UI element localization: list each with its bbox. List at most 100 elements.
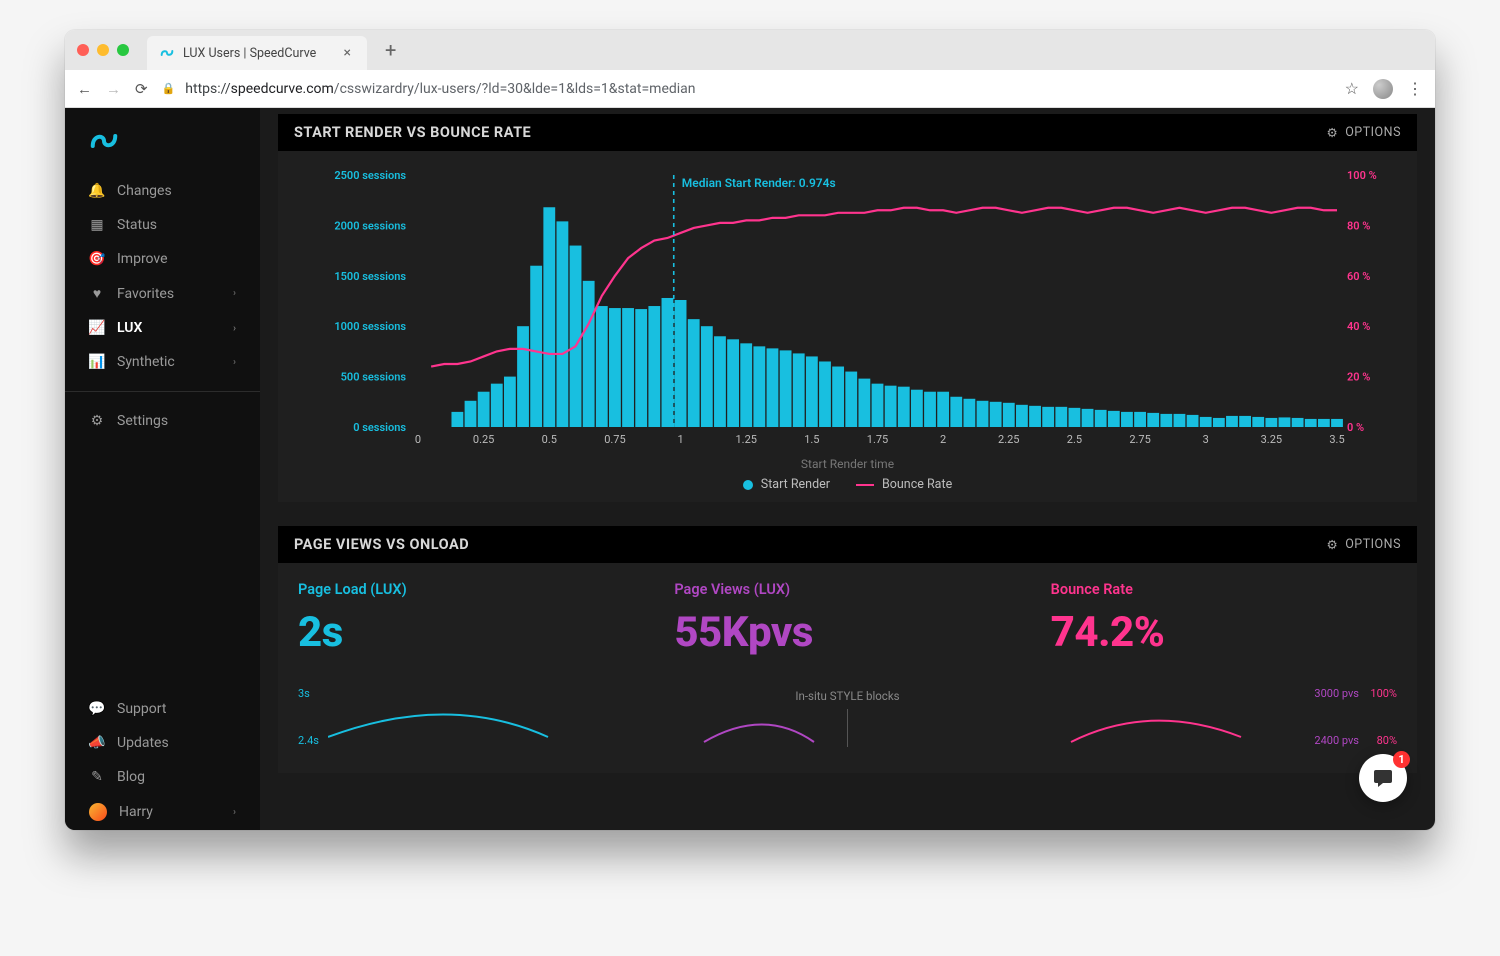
- svg-text:2500 sessions: 2500 sessions: [334, 169, 406, 182]
- bell-icon: 🔔: [89, 183, 105, 199]
- speedcurve-logo-icon[interactable]: [65, 126, 260, 174]
- user-avatar-icon: [89, 803, 107, 821]
- sidebar-item-improve[interactable]: 🎯 Improve: [75, 242, 250, 276]
- svg-text:1.25: 1.25: [735, 433, 756, 446]
- svg-text:2.75: 2.75: [1129, 433, 1150, 446]
- url-field[interactable]: 🔒 https://speedcurve.com/csswizardry/lux…: [162, 81, 1331, 97]
- gear-icon: ⚙: [89, 413, 105, 429]
- svg-text:3.25: 3.25: [1261, 433, 1282, 446]
- lock-icon: 🔒: [162, 82, 176, 95]
- gear-icon: ⚙: [1326, 125, 1338, 141]
- app-sidebar: 🔔 Changes ▦ Status 🎯 Improve ♥ Favorites…: [65, 108, 260, 830]
- sidebar-item-status[interactable]: ▦ Status: [75, 208, 250, 242]
- sidebar-item-blog[interactable]: ✎ Blog: [75, 760, 250, 794]
- svg-text:0 %: 0 %: [1347, 421, 1364, 434]
- sidebar-item-updates[interactable]: 📣 Updates: [75, 726, 250, 760]
- options-label: OPTIONS: [1345, 125, 1401, 140]
- widget-start-render: START RENDER VS BOUNCE RATE ⚙ OPTIONS 0 …: [278, 114, 1417, 502]
- sidebar-label: Updates: [117, 735, 169, 751]
- svg-text:2000 sessions: 2000 sessions: [334, 219, 406, 232]
- svg-text:1.5: 1.5: [804, 433, 819, 446]
- chart-area[interactable]: 0 sessions 500 sessions 1000 sessions 1500 …: [298, 165, 1397, 455]
- svg-text:0.75: 0.75: [604, 433, 625, 446]
- svg-text:100 %: 100 %: [1347, 169, 1377, 182]
- window-minimize-icon[interactable]: [97, 44, 109, 56]
- svg-text:60 %: 60 %: [1347, 270, 1370, 283]
- favicon-icon: [159, 45, 175, 61]
- kpi-page-views: Page Views (LUX) 55Kpvs: [674, 581, 1020, 657]
- forward-button[interactable]: →: [106, 80, 121, 98]
- options-button[interactable]: ⚙ OPTIONS: [1326, 125, 1401, 141]
- widget-page-views: PAGE VIEWS VS ONLOAD ⚙ OPTIONS Page Load…: [278, 526, 1417, 773]
- svg-text:1.75: 1.75: [867, 433, 888, 446]
- heart-icon: ♥: [89, 285, 105, 302]
- sidebar-label: Favorites: [117, 286, 174, 302]
- options-label: OPTIONS: [1345, 537, 1401, 552]
- svg-text:1500 sessions: 1500 sessions: [334, 270, 406, 283]
- target-icon: 🎯: [89, 251, 105, 267]
- svg-text:1: 1: [677, 433, 683, 446]
- browser-tabstrip: LUX Users | SpeedCurve × +: [65, 30, 1435, 70]
- svg-text:40 %: 40 %: [1347, 320, 1370, 333]
- sidebar-label: LUX: [117, 320, 142, 336]
- sidebar-item-settings[interactable]: ⚙ Settings: [75, 404, 250, 438]
- svg-text:2.25: 2.25: [998, 433, 1019, 446]
- sidebar-item-lux[interactable]: 📈 LUX ›: [75, 311, 250, 345]
- window-zoom-icon[interactable]: [117, 44, 129, 56]
- sidebar-item-changes[interactable]: 🔔 Changes: [75, 174, 250, 208]
- megaphone-icon: 📣: [89, 735, 105, 751]
- svg-text:2.5: 2.5: [1067, 433, 1082, 446]
- sub-chart-row: 3s 2.4s In-situ STYLE blocks 3000 pvs 10…: [298, 687, 1397, 747]
- pencil-icon: ✎: [89, 769, 105, 785]
- new-tab-button[interactable]: +: [375, 38, 406, 62]
- main-panel: START RENDER VS BOUNCE RATE ⚙ OPTIONS 0 …: [260, 108, 1435, 830]
- svg-text:2: 2: [940, 433, 946, 446]
- kpi-label: Page Load (LUX): [298, 581, 644, 598]
- intercom-chat-button[interactable]: 1: [1359, 754, 1407, 802]
- browser-menu-icon[interactable]: ⋮: [1407, 79, 1423, 98]
- kpi-label: Page Views (LUX): [674, 581, 1020, 598]
- tab-close-icon[interactable]: ×: [340, 45, 355, 61]
- kpi-label: Bounce Rate: [1051, 581, 1397, 598]
- svg-text:3.5: 3.5: [1329, 433, 1344, 446]
- x-axis-title: Start Render time: [298, 455, 1397, 471]
- options-button[interactable]: ⚙ OPTIONS: [1326, 537, 1401, 553]
- svg-text:0.25: 0.25: [473, 433, 494, 446]
- chevron-right-icon: ›: [233, 357, 236, 368]
- browser-tab[interactable]: LUX Users | SpeedCurve ×: [147, 36, 367, 70]
- url-text: https://speedcurve.com/csswizardry/lux-u…: [185, 81, 695, 97]
- sidebar-label: Status: [117, 217, 157, 233]
- browser-urlbar: ← → ⟳ 🔒 https://speedcurve.com/csswizard…: [65, 70, 1435, 108]
- sidebar-item-support[interactable]: 💬Support: [75, 692, 250, 726]
- sidebar-item-synthetic[interactable]: 📊 Synthetic ›: [75, 345, 250, 379]
- svg-text:1000 sessions: 1000 sessions: [334, 320, 406, 333]
- back-button[interactable]: ←: [77, 80, 92, 98]
- svg-text:500 sessions: 500 sessions: [341, 371, 407, 384]
- sidebar-user-row[interactable]: Harry ›: [75, 794, 250, 830]
- bars-icon: 📊: [89, 354, 105, 370]
- legend-swatch-icon: [856, 484, 874, 486]
- svg-text:0 sessions: 0 sessions: [353, 421, 406, 434]
- bookmark-star-icon[interactable]: ☆: [1345, 79, 1359, 98]
- chat-icon: 💬: [89, 701, 105, 717]
- svg-text:20 %: 20 %: [1347, 371, 1370, 384]
- tick-label: 3s: [298, 687, 310, 700]
- chart-legend: Start Render Bounce Rate: [298, 471, 1397, 492]
- sidebar-label: Improve: [117, 251, 168, 267]
- kpi-value: 55Kpvs: [674, 608, 1020, 657]
- sidebar-label: Synthetic: [117, 354, 175, 370]
- notification-badge: 1: [1393, 751, 1410, 768]
- window-close-icon[interactable]: [77, 44, 89, 56]
- reload-button[interactable]: ⟳: [135, 80, 148, 98]
- sidebar-label: Changes: [117, 183, 172, 199]
- sidebar-label: Harry: [119, 804, 153, 820]
- sidebar-label: Blog: [117, 769, 145, 785]
- sidebar-label: Settings: [117, 413, 168, 429]
- profile-avatar-icon[interactable]: [1373, 79, 1393, 99]
- legend-swatch-icon: [743, 480, 753, 490]
- kpi-value: 74.2%: [1051, 608, 1397, 657]
- kpi-value: 2s: [298, 608, 644, 657]
- svg-text:Median Start Render: 0.974s: Median Start Render: 0.974s: [682, 176, 836, 190]
- sidebar-item-favorites[interactable]: ♥ Favorites ›: [75, 276, 250, 311]
- tab-title: LUX Users | SpeedCurve: [183, 46, 332, 61]
